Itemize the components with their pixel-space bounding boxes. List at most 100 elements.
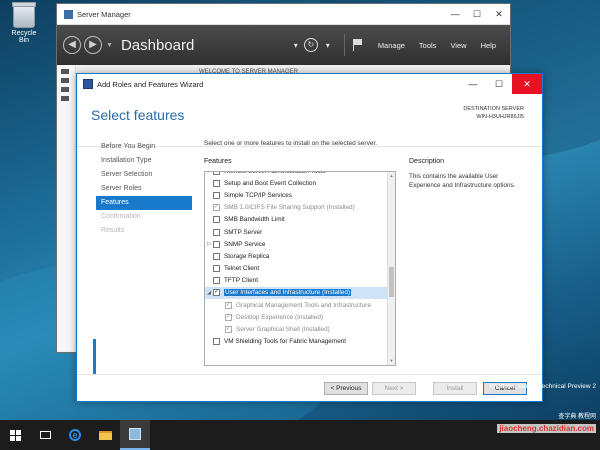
feature-label: Remote Server Administration Tools	[224, 171, 326, 175]
expand-arrow-icon[interactable]: ▷	[205, 172, 213, 174]
next-button[interactable]: Next >	[372, 382, 416, 395]
wizard-step[interactable]: Installation Type	[96, 154, 192, 168]
wizard-step[interactable]: Before You Begin	[96, 140, 192, 154]
back-button[interactable]: ◀	[63, 36, 81, 54]
recycle-bin-icon	[12, 2, 36, 28]
wizard-step[interactable]: Server Roles	[96, 182, 192, 196]
feature-checkbox[interactable]	[213, 277, 220, 285]
minimize-button[interactable]: —	[460, 74, 486, 94]
expand-arrow-icon[interactable]: ▷	[205, 241, 213, 247]
feature-checkbox[interactable]	[213, 252, 220, 260]
feature-row[interactable]: Simple TCP/IP Services	[205, 189, 387, 201]
previous-button[interactable]: < Previous	[324, 382, 368, 395]
menu-tools[interactable]: Tools	[419, 41, 437, 50]
feature-row[interactable]: VM Shielding Tools for Fabric Management	[205, 336, 387, 348]
feature-checkbox[interactable]	[213, 228, 220, 236]
close-button[interactable]: ✕	[512, 74, 542, 94]
sidebar-item-icon[interactable]	[61, 69, 69, 74]
refresh-icon[interactable]: ↻	[303, 38, 318, 52]
feature-row[interactable]: ▷ SNMP Service	[205, 238, 387, 250]
feature-checkbox[interactable]: ✓	[213, 204, 220, 212]
sidebar-item-icon[interactable]	[61, 87, 69, 92]
close-button[interactable]: ✕	[488, 9, 510, 20]
steps-accent	[93, 339, 96, 374]
feature-checkbox[interactable]	[213, 265, 220, 273]
description-text: This contains the available User Experie…	[409, 173, 516, 189]
server-manager-taskbar-button[interactable]	[120, 420, 150, 450]
desktop: Recycle Bin Server Manager — ☐ ✕ ◀ ▶ ▼ D…	[0, 0, 600, 420]
file-explorer-button[interactable]	[90, 420, 120, 450]
feature-row[interactable]: ✓ Server Graphical Shell (Installed)	[205, 323, 387, 335]
feature-row[interactable]: Storage Replica	[205, 250, 387, 262]
feature-label: Graphical Management Tools and Infrastru…	[236, 301, 371, 309]
task-view-button[interactable]	[30, 420, 60, 450]
destination-server-name: WIN-H3UHJR86JI5	[476, 114, 524, 120]
feature-checkbox[interactable]: ✓	[225, 326, 232, 334]
dropdown-arrow-icon[interactable]: ▾	[294, 41, 298, 50]
features-scrollbar[interactable]: ▲ ▼	[387, 172, 395, 365]
feature-checkbox[interactable]	[213, 191, 220, 199]
page-title: Select features	[91, 107, 185, 123]
recycle-bin[interactable]: Recycle Bin	[6, 2, 42, 44]
feature-label: SMB 1.0/CIFS File Sharing Support (Insta…	[224, 204, 355, 212]
forward-button[interactable]: ▶	[84, 36, 102, 54]
feature-checkbox[interactable]: ✓	[225, 301, 232, 309]
wizard-step[interactable]: Server Selection	[96, 168, 192, 182]
maximize-button[interactable]: ☐	[486, 74, 512, 94]
feature-row[interactable]: ✓ SMB 1.0/CIFS File Sharing Support (Inst…	[205, 202, 387, 214]
internet-explorer-icon: e	[69, 429, 81, 441]
minimize-button[interactable]: —	[444, 9, 466, 20]
feature-row[interactable]: Telnet Client	[205, 263, 387, 275]
start-button[interactable]	[0, 420, 30, 450]
scroll-down-icon[interactable]: ▼	[388, 357, 395, 365]
wizard-icon	[83, 79, 93, 89]
windows-logo-icon	[9, 429, 21, 441]
destination-server: DESTINATION SERVER WIN-H3UHJR86JI5	[463, 105, 524, 121]
scroll-up-icon[interactable]: ▲	[388, 172, 395, 180]
feature-checkbox[interactable]	[213, 240, 220, 248]
feature-label: TFTP Client	[224, 277, 258, 285]
feature-row[interactable]: TFTP Client	[205, 275, 387, 287]
feature-row[interactable]: Setup and Boot Event Collection	[205, 177, 387, 189]
feature-label: SNMP Service	[224, 240, 266, 248]
watermark-url: jiaocheng.chazidian.com	[497, 424, 596, 433]
wizard-step[interactable]: Features	[96, 196, 192, 210]
sidebar-item-icon[interactable]	[61, 78, 69, 83]
notifications-flag-icon[interactable]	[352, 39, 364, 51]
maximize-button[interactable]: ☐	[466, 9, 488, 20]
wizard-step: Confirmation	[101, 213, 141, 220]
feature-label: SMTP Server	[224, 228, 263, 236]
expand-arrow-icon[interactable]: ◢	[205, 290, 213, 296]
feature-row[interactable]: ✓ Graphical Management Tools and Infrastr…	[205, 299, 387, 311]
feature-checkbox[interactable]	[213, 216, 220, 224]
feature-checkbox[interactable]: ✓	[213, 289, 220, 297]
feature-row[interactable]: ◢ ✓ User Interfaces and Infrastructure (In…	[205, 286, 387, 300]
internet-explorer-button[interactable]: e	[60, 420, 90, 450]
feature-row[interactable]: ✓ Desktop Experience (Installed)	[205, 311, 387, 323]
feature-checkbox[interactable]	[213, 179, 220, 187]
dropdown-arrow-icon[interactable]: ▾	[326, 41, 330, 50]
add-roles-features-wizard[interactable]: Add Roles and Features Wizard — ☐ ✕ Sele…	[76, 73, 543, 402]
feature-checkbox[interactable]	[213, 172, 220, 175]
watermark-site: 查字典 教程网	[558, 414, 596, 420]
feature-label: Server Graphical Shell (Installed)	[236, 326, 330, 334]
divider	[343, 34, 345, 56]
wizard-titlebar[interactable]: Add Roles and Features Wizard — ☐ ✕	[77, 74, 542, 94]
wizard-title: Add Roles and Features Wizard	[97, 79, 204, 89]
feature-checkbox[interactable]: ✓	[225, 313, 232, 321]
install-button[interactable]: Install	[433, 382, 477, 395]
features-tree[interactable]: ▷ Remote Server Administration Tools Setup…	[204, 171, 396, 366]
menu-manage[interactable]: Manage	[378, 41, 405, 50]
history-dropdown-icon[interactable]: ▼	[106, 42, 113, 49]
menu-view[interactable]: View	[450, 41, 466, 50]
feature-row[interactable]: SMTP Server	[205, 226, 387, 238]
feature-row[interactable]: SMB Bandwidth Limit	[205, 214, 387, 226]
scrollbar-thumb[interactable]	[389, 267, 394, 297]
dashboard-title: Dashboard	[120, 36, 195, 54]
sidebar-item-icon[interactable]	[61, 96, 69, 101]
server-manager-titlebar[interactable]: Server Manager — ☐ ✕	[57, 4, 510, 25]
feature-checkbox[interactable]	[213, 338, 220, 346]
feature-label: Simple TCP/IP Services	[224, 191, 292, 199]
server-manager-header: ◀ ▶ ▼ Dashboard ▾ ↻ ▾ Manage Tools View …	[57, 25, 510, 65]
menu-help[interactable]: Help	[481, 41, 496, 50]
